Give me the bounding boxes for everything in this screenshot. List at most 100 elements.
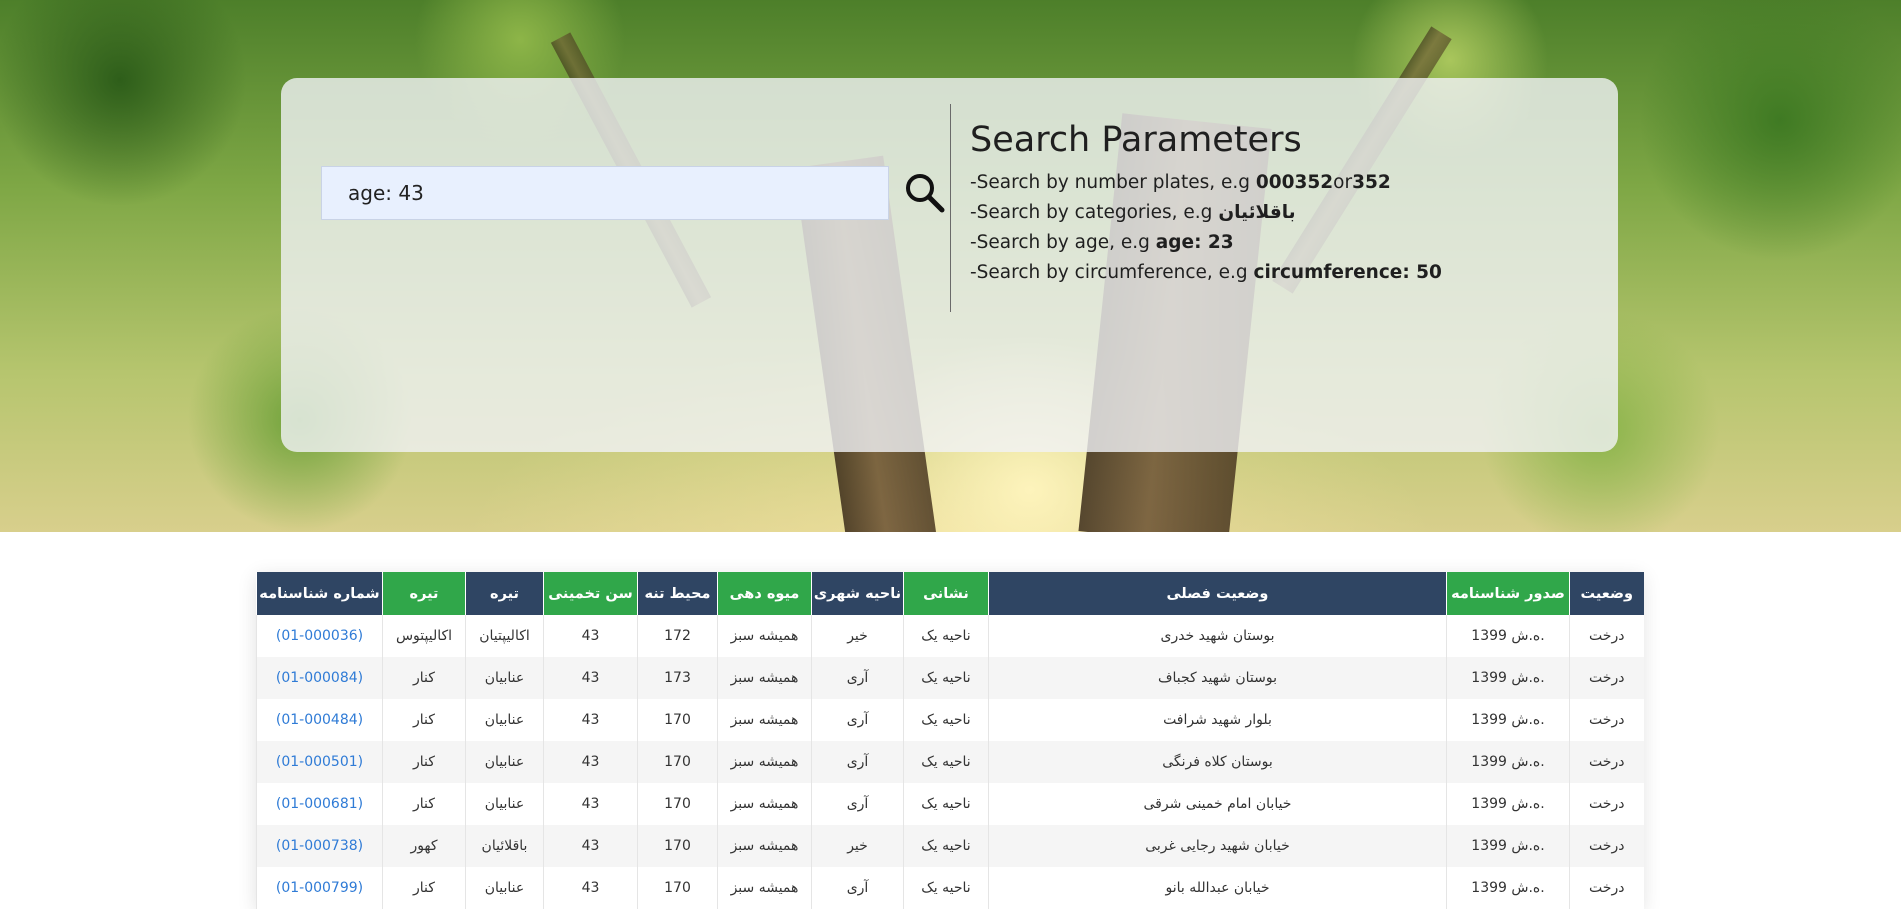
table-cell: کهور [382, 825, 466, 867]
table-cell: 43 [543, 615, 638, 657]
table-cell: بوستان شهید خدری [988, 615, 1447, 657]
table-cell: درخت [1569, 825, 1644, 867]
table-cell: درخت [1569, 783, 1644, 825]
table-cell: درخت [1569, 657, 1644, 699]
table-cell: 170 [637, 741, 718, 783]
table-cell: همیشه سبز [717, 615, 812, 657]
table-row[interactable]: درخت .ه.ش 1399 بوستان شهید کجباف ناحیه یک آر… [256, 657, 1644, 699]
param-line-circumference: -Search by circumference, e.g circumfere… [970, 258, 1530, 288]
search-parameters: Search Parameters -Search by number plat… [970, 120, 1530, 288]
search-parameters-title: Search Parameters [970, 120, 1302, 160]
table-cell: (01-000036) [256, 615, 383, 657]
table-row[interactable]: درخت .ه.ش 1399 خیابان امام خمینی شرقی ناحیه… [256, 783, 1644, 825]
column-header[interactable]: میوه دهی [717, 572, 812, 615]
table-cell: .ه.ش 1399 [1446, 657, 1570, 699]
table-cell: (01-000501) [256, 741, 383, 783]
table-cell: 43 [543, 699, 638, 741]
column-header[interactable]: وضعیت [1569, 572, 1644, 615]
table-row[interactable]: درخت .ه.ش 1399 خیابان عبدالله بانو ناحیه یک… [256, 867, 1644, 909]
table-cell: خیابان شهید رجایی غربی [988, 825, 1447, 867]
panel-divider [950, 104, 951, 312]
column-header[interactable]: ناحیه شهری [811, 572, 904, 615]
certificate-link[interactable]: (01-000799) [276, 880, 363, 896]
column-header[interactable]: تیره [382, 572, 466, 615]
column-header[interactable]: نشانی [903, 572, 989, 615]
table-cell: 172 [637, 615, 718, 657]
param-text: -Search by number plates, e.g [970, 172, 1256, 193]
table-cell: .ه.ش 1399 [1446, 783, 1570, 825]
table-cell: همیشه سبز [717, 657, 812, 699]
table-cell: ناحیه یک [903, 867, 989, 909]
table-cell: .ه.ش 1399 [1446, 615, 1570, 657]
table-cell: کنار [382, 657, 466, 699]
certificate-link[interactable]: (01-000681) [276, 796, 363, 812]
table-row[interactable]: درخت .ه.ش 1399 بلوار شهید شرافت ناحیه یک آری… [256, 699, 1644, 741]
param-example: age: 23 [1155, 232, 1234, 253]
table-cell: آری [811, 699, 904, 741]
table-cell: عنابیان [465, 699, 544, 741]
table-row[interactable]: درخت .ه.ش 1399 بوستان شهید خدری ناحیه یک خیر… [256, 615, 1644, 657]
column-header[interactable]: تیره [465, 572, 544, 615]
table-cell: خیر [811, 825, 904, 867]
certificate-link[interactable]: (01-000036) [276, 628, 363, 644]
table-row[interactable]: درخت .ه.ش 1399 بوستان کلاه فرنگی ناحیه یک آر… [256, 741, 1644, 783]
table-cell: ناحیه یک [903, 783, 989, 825]
search-input[interactable]: age: 43 [321, 166, 889, 220]
param-text: -Search by circumference, e.g [970, 262, 1254, 283]
column-header[interactable]: محیط تنه [637, 572, 718, 615]
table-cell: ناحیه یک [903, 741, 989, 783]
table-cell: درخت [1569, 699, 1644, 741]
param-line-plates: -Search by number plates, e.g 000352or35… [970, 168, 1530, 198]
column-header[interactable]: وضعیت فصلی [988, 572, 1447, 615]
table-cell: 43 [543, 825, 638, 867]
table-cell: 170 [637, 867, 718, 909]
table-cell: عنابیان [465, 741, 544, 783]
table-cell: 173 [637, 657, 718, 699]
table-cell: کنار [382, 867, 466, 909]
column-header[interactable]: صدور شناسنامه [1446, 572, 1570, 615]
table-cell: عنابیان [465, 657, 544, 699]
table-cell: 43 [543, 657, 638, 699]
table-cell: آری [811, 657, 904, 699]
table-cell: درخت [1569, 615, 1644, 657]
param-line-categories: -Search by categories, e.g باقلائیان [970, 198, 1530, 228]
param-example: باقلائیان [1218, 202, 1296, 223]
table-cell: 43 [543, 783, 638, 825]
param-text: or [1333, 172, 1353, 193]
table-cell: اکالیپتوس [382, 615, 466, 657]
table-cell: آری [811, 741, 904, 783]
table-cell: همیشه سبز [717, 699, 812, 741]
param-example: circumference: 50 [1253, 262, 1442, 283]
table-cell: کنار [382, 699, 466, 741]
table-cell: باقلائیان [465, 825, 544, 867]
table-cell: خیر [811, 615, 904, 657]
column-header[interactable]: سن تخمینی [543, 572, 638, 615]
table-cell: (01-000484) [256, 699, 383, 741]
table-cell: 170 [637, 783, 718, 825]
table-cell: کنار [382, 741, 466, 783]
table-cell: بوستان شهید کجباف [988, 657, 1447, 699]
certificate-link[interactable]: (01-000484) [276, 712, 363, 728]
table-cell: .ه.ش 1399 [1446, 867, 1570, 909]
table-cell: خیابان امام خمینی شرقی [988, 783, 1447, 825]
param-line-age: -Search by age, e.g age: 23 [970, 228, 1530, 258]
table-header-row: وضعیت صدور شناسنامه وضعیت فصلی نشانی ناحیه ش… [256, 572, 1644, 615]
certificate-link[interactable]: (01-000501) [276, 754, 363, 770]
table-cell: ناحیه یک [903, 825, 989, 867]
search-button[interactable] [902, 170, 948, 216]
table-cell: ناحیه یک [903, 615, 989, 657]
table-cell: درخت [1569, 741, 1644, 783]
column-header[interactable]: شماره شناسنامه [256, 572, 383, 615]
table-cell: (01-000681) [256, 783, 383, 825]
table-cell: کنار [382, 783, 466, 825]
table-cell: .ه.ش 1399 [1446, 825, 1570, 867]
results-table: وضعیت صدور شناسنامه وضعیت فصلی نشانی ناحیه ش… [256, 572, 1644, 909]
table-cell: .ه.ش 1399 [1446, 741, 1570, 783]
table-row[interactable]: درخت .ه.ش 1399 خیابان شهید رجایی غربی ناحیه… [256, 825, 1644, 867]
table-cell: همیشه سبز [717, 825, 812, 867]
table-cell: اکالیپتیان [465, 615, 544, 657]
hero-banner: age: 43 Search Parameters -Search by num… [0, 0, 1901, 532]
certificate-link[interactable]: (01-000084) [276, 670, 363, 686]
certificate-link[interactable]: (01-000738) [276, 838, 363, 854]
table-cell: آری [811, 783, 904, 825]
